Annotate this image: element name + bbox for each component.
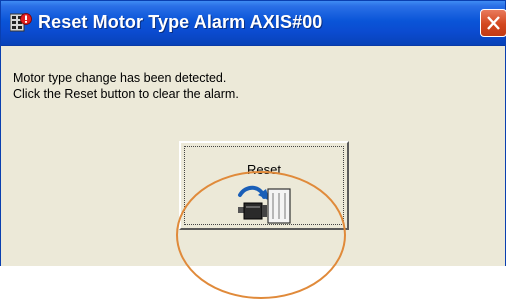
close-icon: [487, 16, 500, 30]
message-line-2: Click the Reset button to clear the alar…: [13, 87, 239, 101]
alarm-reset-icon: [9, 13, 32, 33]
dialog-window: Reset Motor Type Alarm AXIS#00 Motor typ…: [0, 0, 507, 299]
motor-reset-icon: [234, 183, 304, 230]
window-title: Reset Motor Type Alarm AXIS#00: [38, 12, 323, 32]
reset-button-label: Reset: [247, 162, 281, 177]
title-bar[interactable]: Reset Motor Type Alarm AXIS#00: [1, 1, 507, 46]
message-line-1: Motor type change has been detected.: [13, 71, 227, 85]
close-button[interactable]: [480, 9, 507, 37]
dialog-content: Motor type change has been detected. Cli…: [1, 46, 505, 299]
reset-button[interactable]: Reset: [179, 141, 349, 230]
